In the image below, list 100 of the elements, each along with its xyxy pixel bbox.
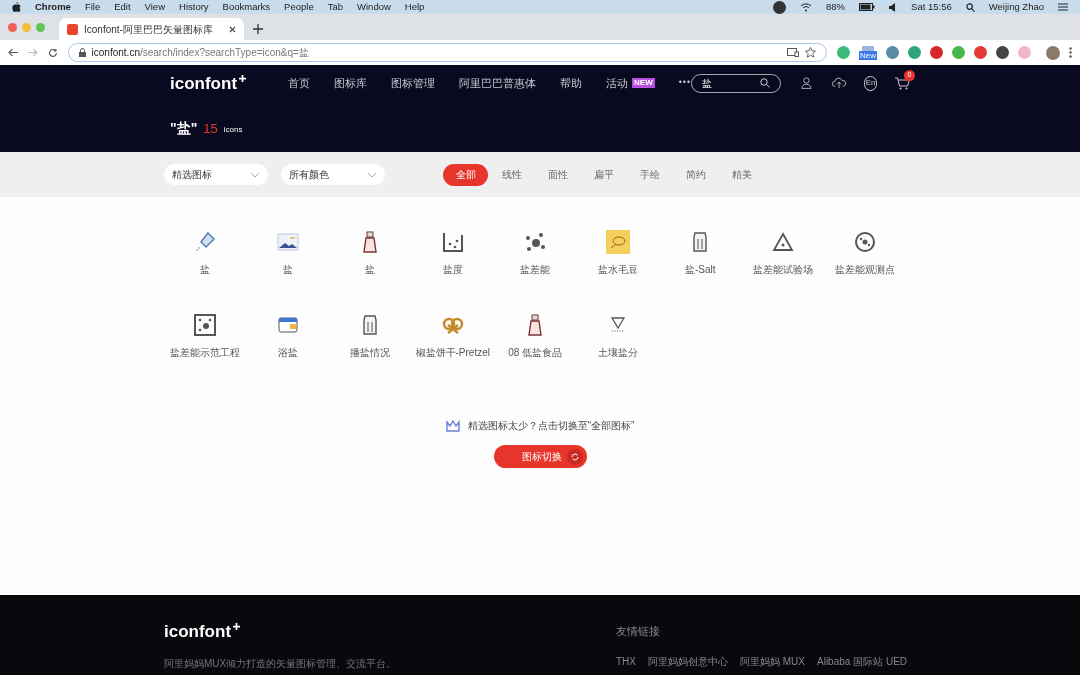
dotted-circle-icon	[854, 231, 877, 253]
menu-item[interactable]: Tab	[327, 0, 343, 15]
new-badge: New	[859, 50, 877, 60]
new-tab-icon[interactable]	[253, 24, 263, 34]
star-icon[interactable]	[805, 47, 816, 58]
warning-triangle-icon	[771, 232, 794, 252]
beaker-icon	[441, 231, 464, 253]
menu-item[interactable]: Window	[357, 0, 391, 15]
menu-item[interactable]: File	[84, 0, 101, 15]
icon-name[interactable]: 盐水毛豆	[597, 262, 638, 277]
style-tab[interactable]: 全部	[443, 163, 488, 186]
icon-name[interactable]: 盐	[282, 262, 293, 277]
search-icon[interactable]	[965, 2, 975, 12]
icon-name[interactable]: 土壤盐分	[597, 345, 638, 360]
nav-link[interactable]: 阿里巴巴普惠体	[459, 74, 537, 92]
iconfont-logo[interactable]: iconfont	[170, 74, 247, 92]
new-badge: NEW	[632, 78, 655, 88]
user-icon[interactable]	[801, 76, 813, 90]
extension-icon[interactable]	[974, 46, 987, 59]
menu-item[interactable]: Bookmarks	[222, 0, 271, 15]
apple-icon[interactable]	[12, 2, 21, 12]
icon-name[interactable]: 盐差能	[520, 262, 551, 277]
chevron-down-icon	[250, 171, 260, 178]
icon-name[interactable]: 08 低盐食品	[508, 345, 563, 360]
lock-icon	[78, 48, 86, 57]
menu-item[interactable]: Edit	[114, 0, 131, 15]
style-tab[interactable]: 精美	[719, 163, 764, 186]
nav-link[interactable]: 图标库	[334, 74, 368, 92]
battery-percent: 88%	[826, 0, 846, 14]
style-tab[interactable]: 手绘	[627, 163, 672, 186]
dotted-square-icon	[194, 314, 217, 336]
icon-name[interactable]: 盐	[365, 262, 376, 277]
icon-name[interactable]: 盐度	[442, 262, 463, 277]
switch-icons-button[interactable]: 图标切换	[493, 445, 587, 468]
extension-icon[interactable]	[996, 46, 1009, 59]
dots-icon	[524, 231, 547, 253]
icon-name[interactable]: 播盐情况	[350, 345, 391, 360]
favicon-icon	[67, 23, 78, 35]
food-tile-icon	[605, 230, 630, 254]
reload-icon[interactable]	[47, 47, 58, 58]
footer-link[interactable]: Alibaba 国际站 UED	[817, 653, 908, 669]
style-tab[interactable]: 面性	[535, 163, 580, 186]
app-menu[interactable]: Chrome	[35, 0, 71, 15]
menu-item[interactable]: History	[179, 0, 209, 15]
cast-icon[interactable]	[787, 48, 799, 57]
menu-item[interactable]: View	[144, 0, 165, 15]
landscape-icon	[276, 233, 299, 251]
more-icon[interactable]	[1069, 47, 1072, 58]
footer-description: 阿里妈妈MUX倾力打造的矢量图标管理、交流平台。	[164, 657, 398, 671]
result-count: 15	[203, 119, 218, 138]
extension-icon[interactable]	[930, 46, 943, 59]
hint-text: 精选图标太少？点击切换至“全部图标”	[467, 419, 635, 433]
salt-jar-icon	[692, 231, 709, 253]
search-icon[interactable]	[760, 78, 771, 88]
pretzel-icon	[441, 315, 464, 335]
upload-cloud-icon[interactable]	[832, 76, 847, 90]
volume-icon[interactable]	[889, 2, 898, 12]
nav-link[interactable]: 帮助	[560, 74, 583, 92]
filter-dropdown[interactable]: 所有颜色	[281, 164, 385, 185]
footer-link[interactable]: THX	[616, 653, 636, 669]
icon-name[interactable]: 椒盐饼干-Pretzel	[415, 345, 490, 360]
footer-link[interactable]: 阿里妈妈创意中心	[648, 653, 728, 669]
url-text: iconfont.cn/search/index?searchType=icon&q=盐	[91, 46, 310, 60]
icon-name[interactable]: 浴盐	[277, 345, 298, 360]
search-query-title: "盐"	[170, 119, 198, 138]
nav-link[interactable]: 图标管理	[391, 74, 436, 92]
nav-link[interactable]: 首页	[288, 74, 311, 92]
nav-link[interactable]: 活动 NEW	[606, 74, 655, 92]
battery-icon[interactable]	[859, 3, 876, 11]
more-nav-link[interactable]: •••	[678, 76, 692, 90]
chevron-down-icon	[367, 171, 377, 178]
browser-tab[interactable]: Iconfont-阿里巴巴矢量图标库	[59, 18, 244, 40]
profile-avatar[interactable]	[1046, 45, 1060, 60]
result-unit: icons	[223, 124, 243, 136]
wifi-icon[interactable]	[800, 2, 813, 12]
back-icon[interactable]	[8, 48, 18, 57]
user-name[interactable]: Weijing Zhao	[988, 0, 1044, 15]
icon-name[interactable]: 盐差能示范工程	[170, 345, 241, 360]
crown-icon	[445, 419, 460, 432]
style-tab[interactable]: 线性	[489, 163, 534, 186]
close-icon[interactable]	[229, 25, 236, 33]
filter-dropdown[interactable]: 精选图标	[164, 164, 268, 185]
menu-icon[interactable]	[1058, 3, 1068, 11]
menubar-clock[interactable]: Sat 15:56	[911, 0, 952, 15]
icon-name[interactable]: 盐-Salt	[684, 262, 716, 277]
bottle-icon	[363, 231, 378, 253]
style-tab[interactable]: 扁平	[581, 163, 626, 186]
menu-item[interactable]: People	[284, 0, 314, 15]
iconfont-logo[interactable]: iconfont	[164, 623, 616, 640]
menu-item[interactable]: Help	[404, 0, 425, 15]
icon-name[interactable]: 盐差能观测点	[835, 262, 896, 277]
icon-name[interactable]: 盐差能试验场	[752, 262, 813, 277]
refresh-icon	[566, 448, 583, 465]
style-tab[interactable]: 简约	[673, 163, 718, 186]
cart-icon[interactable]	[895, 76, 910, 90]
footer-link[interactable]: 阿里妈妈 MUX	[740, 653, 805, 669]
card-icon	[277, 317, 298, 333]
icon-name[interactable]: 盐	[200, 262, 211, 277]
salt-jar-icon	[362, 314, 379, 336]
links-title: 友情链接	[616, 624, 661, 639]
